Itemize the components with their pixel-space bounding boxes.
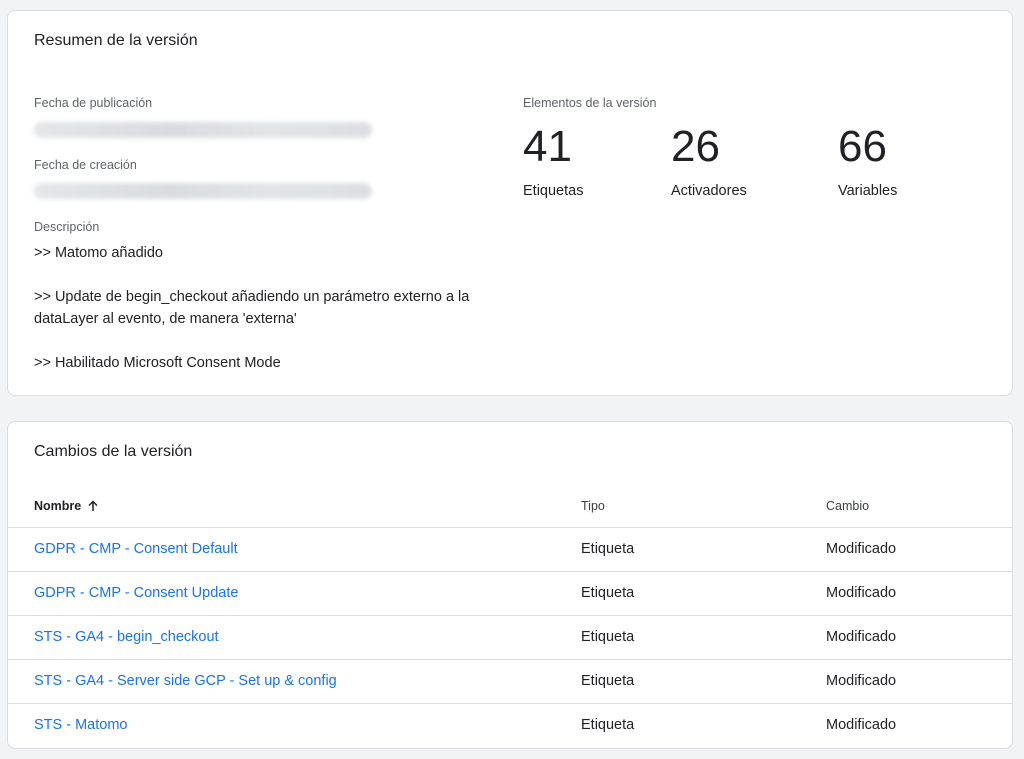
row-name-link[interactable]: STS - GA4 - Server side GCP - Set up & c… [34, 673, 337, 689]
row-type: Etiqueta [581, 629, 635, 645]
stat-triggers: 26 Activadores [671, 121, 747, 199]
row-change: Modificado [826, 541, 897, 557]
stat-variables-label: Variables [838, 183, 898, 199]
publish-date-value-blurred [34, 122, 372, 138]
stat-variables: 66 Variables [838, 121, 897, 199]
version-elements-label: Elementos de la versión [523, 96, 657, 110]
table-row: STS - Matomo Etiqueta Modificado [8, 704, 1012, 748]
stat-triggers-count: 26 [671, 122, 720, 171]
publish-date-label: Fecha de publicación [34, 96, 153, 110]
stat-tags: 41 Etiquetas [523, 121, 583, 199]
stat-triggers-label: Activadores [671, 183, 747, 199]
row-name-link[interactable]: GDPR - CMP - Consent Update [34, 585, 238, 601]
table-row: GDPR - CMP - Consent Default Etiqueta Mo… [8, 528, 1012, 572]
description-label: Descripción [34, 220, 100, 234]
description-line: >> Matomo añadido [34, 245, 163, 261]
creation-date-label: Fecha de creación [34, 158, 137, 172]
row-name-link[interactable]: GDPR - CMP - Consent Default [34, 541, 238, 557]
column-header-change[interactable]: Cambio [826, 499, 869, 513]
creation-date-value-blurred [34, 183, 372, 199]
description-line: >> Update de begin_checkout añadiendo un… [34, 289, 470, 327]
description-line: >> Habilitado Microsoft Consent Mode [34, 355, 281, 371]
stat-tags-label: Etiquetas [523, 183, 584, 199]
column-header-name[interactable]: Nombre [34, 499, 99, 513]
row-name-link[interactable]: STS - Matomo [34, 717, 127, 733]
row-name-link[interactable]: STS - GA4 - begin_checkout [34, 629, 219, 645]
row-type: Etiqueta [581, 717, 635, 733]
column-header-name-label: Nombre [34, 499, 82, 513]
table-row: STS - GA4 - Server side GCP - Set up & c… [8, 660, 1012, 704]
table-header: Nombre Tipo Cambio [8, 486, 1012, 528]
stat-tags-count: 41 [523, 122, 572, 171]
description-text: >> Matomo añadido >> Update de begin_che… [34, 242, 504, 374]
row-change: Modificado [826, 717, 897, 733]
row-change: Modificado [826, 673, 897, 689]
changes-table: Nombre Tipo Cambio GDPR - CMP - Consent … [8, 486, 1012, 748]
row-type: Etiqueta [581, 541, 635, 557]
row-type: Etiqueta [581, 585, 635, 601]
version-changes-card: Cambios de la versión Nombre Tipo Cambio… [7, 421, 1013, 749]
row-type: Etiqueta [581, 673, 635, 689]
table-row: STS - GA4 - begin_checkout Etiqueta Modi… [8, 616, 1012, 660]
row-change: Modificado [826, 629, 897, 645]
column-header-type[interactable]: Tipo [581, 499, 605, 513]
changes-title: Cambios de la versión [34, 443, 193, 460]
stat-variables-count: 66 [838, 122, 887, 171]
sort-arrow-up-icon[interactable] [87, 500, 99, 512]
version-summary-card: Resumen de la versión Fecha de publicaci… [7, 10, 1013, 396]
summary-title: Resumen de la versión [34, 32, 198, 49]
row-change: Modificado [826, 585, 897, 601]
table-row: GDPR - CMP - Consent Update Etiqueta Mod… [8, 572, 1012, 616]
